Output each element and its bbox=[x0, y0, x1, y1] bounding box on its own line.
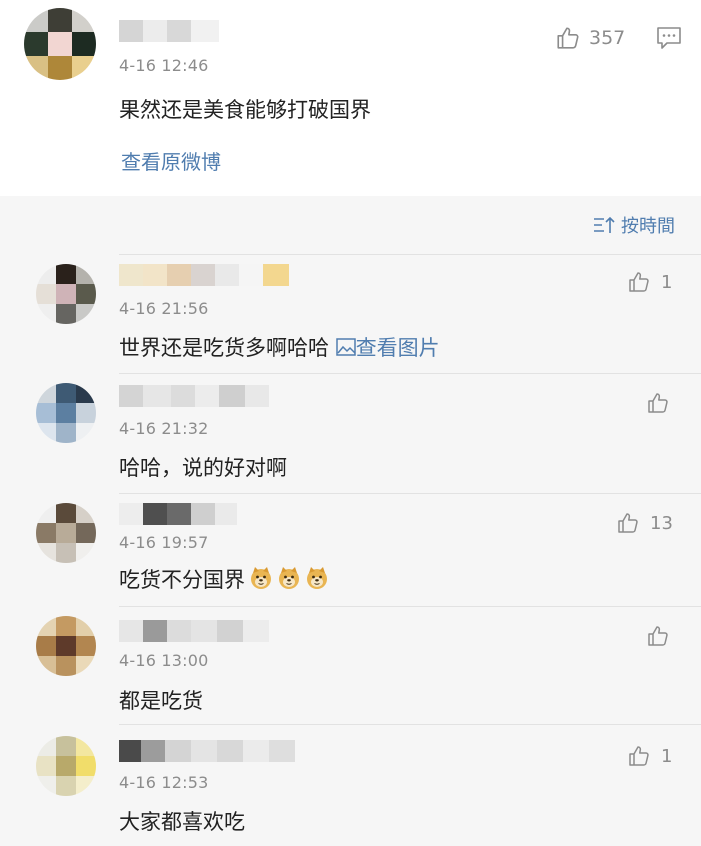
comment-time: 4-16 21:32 bbox=[119, 419, 209, 438]
like-button[interactable]: 357 bbox=[555, 25, 625, 51]
avatar[interactable] bbox=[36, 616, 96, 676]
username-blurred[interactable] bbox=[119, 20, 219, 42]
thumbs-up-icon bbox=[627, 270, 651, 294]
avatar[interactable] bbox=[36, 383, 96, 443]
avatar[interactable] bbox=[36, 503, 96, 563]
comment-text: 哈哈，说的好对啊 bbox=[119, 456, 287, 480]
comment-text: 世界还是吃货多啊哈哈 查看图片 bbox=[119, 336, 440, 360]
comment-item: 4-16 12:53 大家都喜欢吃 1 bbox=[0, 724, 701, 846]
like-count: 13 bbox=[650, 512, 673, 534]
sort-icon bbox=[594, 216, 615, 233]
avatar[interactable] bbox=[36, 264, 96, 324]
doge-emoji-icon bbox=[249, 566, 273, 590]
thumbs-up-icon bbox=[555, 25, 581, 51]
like-button[interactable]: 1 bbox=[627, 744, 672, 768]
comment-item: 4-16 19:57 吃货不分国界 13 bbox=[0, 493, 701, 606]
thumbs-up-icon bbox=[627, 744, 651, 768]
comment-text: 吃货不分国界 bbox=[119, 564, 329, 594]
comment-item: 4-16 21:32 哈哈，说的好对啊 bbox=[0, 373, 701, 493]
doge-emoji-icon bbox=[277, 566, 301, 590]
post-time: 4-16 12:46 bbox=[119, 56, 209, 75]
like-button[interactable]: 1 bbox=[627, 270, 672, 294]
original-post: 4-16 12:46 果然还是美食能够打破国界 查看原微博 357 bbox=[0, 0, 701, 196]
comments-section: 按時間 4-16 21:56 世界还是吃货多啊哈哈 查看图片 1 4-16 21… bbox=[0, 196, 701, 846]
like-count: 1 bbox=[661, 271, 673, 293]
doge-emoji-icon bbox=[305, 566, 329, 590]
like-count: 357 bbox=[589, 27, 626, 49]
thumbs-up-icon bbox=[646, 624, 670, 648]
sort-by-time-button[interactable]: 按時間 bbox=[593, 212, 675, 238]
comment-item: 4-16 21:56 世界还是吃货多啊哈哈 查看图片 1 bbox=[0, 254, 701, 373]
thumbs-up-icon bbox=[616, 511, 640, 535]
view-original-link[interactable]: 查看原微博 bbox=[121, 146, 221, 175]
username-blurred[interactable] bbox=[119, 620, 269, 642]
like-button[interactable] bbox=[646, 391, 680, 415]
username-blurred[interactable] bbox=[119, 740, 295, 762]
comment-item: 4-16 13:00 都是吃货 bbox=[0, 606, 701, 724]
like-button[interactable]: 13 bbox=[616, 511, 673, 535]
post-text: 果然还是美食能够打破国界 bbox=[119, 98, 371, 122]
username-blurred[interactable] bbox=[119, 503, 237, 525]
username-blurred[interactable] bbox=[119, 385, 269, 407]
like-button[interactable] bbox=[646, 624, 680, 648]
comment-time: 4-16 13:00 bbox=[119, 651, 209, 670]
view-image-link[interactable]: 查看图片 bbox=[335, 336, 440, 360]
sort-label: 按時間 bbox=[621, 216, 675, 237]
comment-time: 4-16 12:53 bbox=[119, 773, 209, 792]
avatar[interactable] bbox=[24, 8, 96, 80]
avatar[interactable] bbox=[36, 736, 96, 796]
comment-time: 4-16 19:57 bbox=[119, 533, 209, 552]
image-icon bbox=[335, 338, 356, 356]
username-blurred[interactable] bbox=[119, 264, 289, 286]
comment-text: 都是吃货 bbox=[119, 689, 203, 713]
thumbs-up-icon bbox=[646, 391, 670, 415]
like-count: 1 bbox=[661, 745, 673, 767]
comment-icon[interactable] bbox=[656, 26, 682, 50]
comment-time: 4-16 21:56 bbox=[119, 299, 209, 318]
comment-text: 大家都喜欢吃 bbox=[119, 810, 245, 834]
